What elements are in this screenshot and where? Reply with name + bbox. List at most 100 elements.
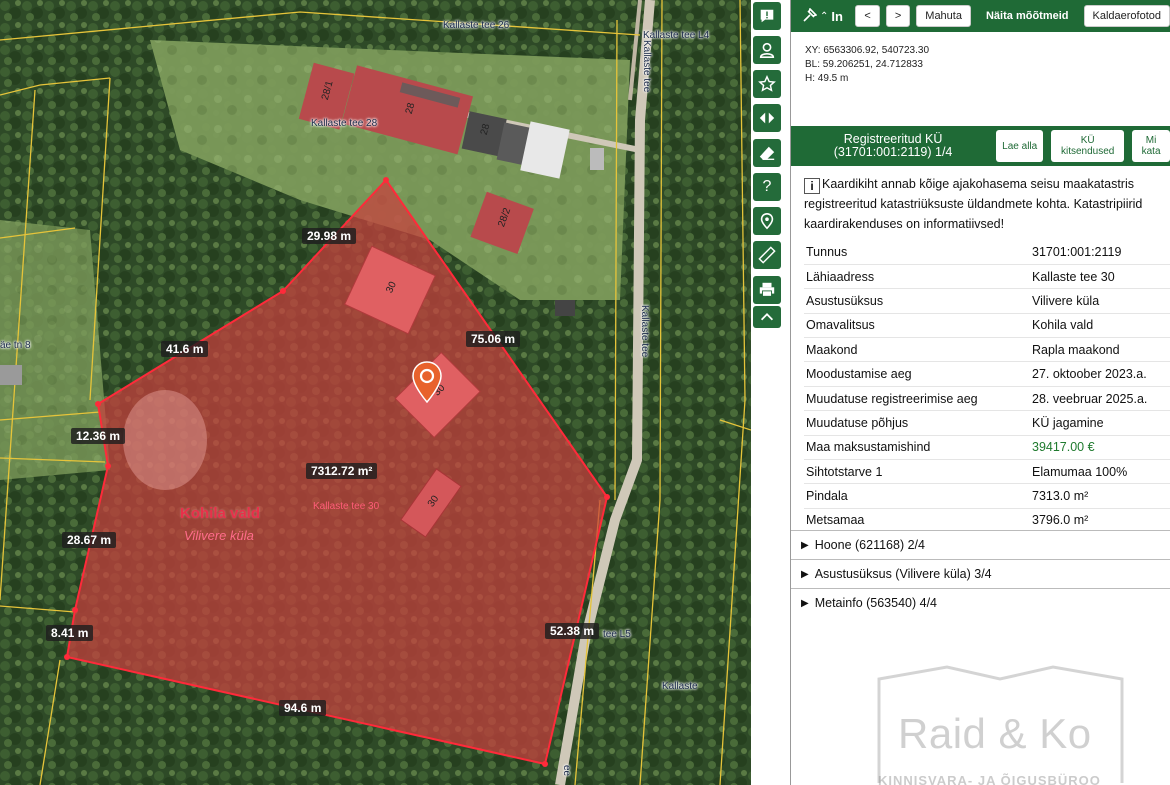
eraser-button[interactable]	[753, 139, 781, 167]
attribute-value: Vilivere küla	[1030, 288, 1170, 314]
attribute-value: Kohila vald	[1030, 313, 1170, 339]
attribute-key: Maakond	[804, 337, 1030, 363]
location-pin-icon	[760, 212, 774, 230]
expand-triangle-icon: ▶	[801, 568, 809, 580]
edge-length-label: 28.67 m	[62, 532, 117, 548]
attribute-value: 28. veebruar 2025.a.	[1030, 386, 1170, 412]
previous-button[interactable]: <	[855, 5, 880, 27]
edge-length-label: 52.38 m	[545, 623, 600, 639]
watermark-brand: Raid & Ko	[898, 710, 1092, 757]
ruler-icon	[758, 246, 776, 264]
road-label: tee L5	[603, 629, 631, 640]
accordion-item[interactable]: ▶ Asustusüksus (Vilivere küla) 3/4	[791, 559, 1170, 588]
feedback-button[interactable]	[753, 2, 781, 30]
next-button[interactable]: >	[885, 5, 911, 27]
attribute-row: Metsamaa 3796.0 m²	[804, 508, 1170, 530]
eraser-icon	[759, 146, 775, 160]
star-icon	[758, 75, 776, 92]
registry-header: Registreeritud KÜ (31701:001:2119) 1/4 L…	[791, 126, 1170, 166]
attribute-key: Lähiaadress	[804, 264, 1030, 290]
attribute-row: Moodustamise aeg 27. oktoober 2023.a.	[804, 361, 1170, 387]
coastal-photos-button[interactable]: Kaldaerofotod	[1083, 5, 1170, 27]
coordinates-readout: XY: 6563306.92, 540723.30 BL: 59.206251,…	[791, 32, 1170, 126]
registry-title: Registreeritud KÜ (31701:001:2119) 1/4	[798, 133, 988, 159]
accordion-list: ▶ Hoone (621168) 2/4 ▶ Asustusüksus (Vilive…	[791, 530, 1170, 617]
attribute-row: Lähiaadress Kallaste tee 30	[804, 264, 1170, 290]
accordion-label: Metainfo (563540) 4/4	[814, 596, 938, 610]
road-label: Kallaste tee	[641, 40, 652, 93]
registry-title-line2: (31701:001:2119) 1/4	[833, 145, 953, 159]
attribute-key: Omavalitsus	[804, 313, 1030, 339]
chevron-up-icon	[760, 313, 774, 321]
edge-length-label: 8.41 m	[46, 625, 94, 641]
accordion-label: Hoone (621168) 2/4	[814, 538, 925, 552]
attribute-row: Muudatuse põhjus KÜ jagamine	[804, 410, 1170, 436]
feedback-icon	[760, 9, 774, 23]
road-label: Kallaste tee L4	[643, 30, 710, 41]
user-icon	[759, 42, 775, 59]
attribute-row: Muudatuse registreerimise aeg 28. veebrua…	[804, 386, 1170, 412]
map-view[interactable]: Kallaste tee 26 Kallaste tee L4 Kallaste…	[0, 0, 751, 785]
watermark-subtitle: KINNISVARA- JA ÕIGUSBÜROO	[878, 773, 1101, 785]
location-button[interactable]	[753, 207, 781, 235]
accordion-item[interactable]: ▶ Metainfo (563540) 4/4	[791, 588, 1170, 617]
attribute-row: Sihtotstarve 1 Elamumaa 100%	[804, 459, 1170, 485]
attribute-row: Omavalitsus Kohila vald	[804, 313, 1170, 339]
map-marker-icon[interactable]	[412, 361, 442, 403]
favorites-button[interactable]	[753, 70, 781, 98]
attribute-key: Muudatuse põhjus	[804, 410, 1030, 436]
help-icon: ?	[762, 178, 772, 195]
height-value: H: 49.5 m	[805, 73, 849, 84]
road-label: Kallaste tee	[639, 305, 650, 358]
attribute-key: Metsamaa	[804, 508, 1030, 530]
edge-length-label: 41.6 m	[161, 341, 209, 357]
attribute-value: 3796.0 m²	[1030, 508, 1170, 530]
expand-triangle-icon: ▶	[801, 597, 809, 609]
attribute-key: Sihtotstarve 1	[804, 459, 1030, 485]
attribute-key: Maa maksustamishind	[804, 435, 1030, 461]
accordion-item[interactable]: ▶ Hoone (621168) 2/4	[791, 530, 1170, 559]
attribute-key: Muudatuse registreerimise aeg	[804, 386, 1030, 412]
edge-length-label: 75.06 m	[466, 331, 521, 347]
restrictions-button[interactable]: KÜ kitsendused	[1051, 130, 1125, 162]
attribute-value: Kallaste tee 30	[1030, 264, 1170, 290]
area-label: 7312.72 m²	[306, 463, 378, 479]
attribute-row: Tunnus 31701:001:2119	[804, 240, 1170, 265]
more-button[interactable]: Mi kata	[1132, 130, 1170, 162]
attribute-value: KÜ jagamine	[1030, 410, 1170, 436]
panel-topbar: ⌃ In < > Mahuta Näita mõõtmeid Kaldaerof…	[791, 0, 1170, 32]
attribute-value: Rapla maakond	[1030, 337, 1170, 363]
accordion-label: Asustusüksus (Vilivere küla) 3/4	[814, 567, 992, 581]
measure-button[interactable]	[753, 241, 781, 269]
road-label: Kallaste tee 28	[311, 118, 378, 129]
map-toolbar: ?	[751, 0, 783, 785]
attribute-value: 39417.00 €	[1030, 435, 1170, 461]
help-button[interactable]: ?	[753, 173, 781, 201]
print-icon	[759, 282, 775, 297]
collapse-chevron-icon[interactable]: ⌃	[820, 11, 828, 22]
road-label: Kallaste	[662, 681, 698, 692]
show-measurements-button[interactable]: Näita mõõtmeid	[977, 5, 1078, 27]
print-button[interactable]	[753, 276, 781, 304]
attributes-table: Tunnus 31701:001:2119 Lähiaadress Kallaste …	[804, 240, 1170, 530]
attribute-row: Asustusüksus Vilivere küla	[804, 288, 1170, 314]
attribute-row: Maakond Rapla maakond	[804, 337, 1170, 363]
download-button[interactable]: Lae alla	[996, 130, 1044, 162]
attribute-key: Asustusüksus	[804, 288, 1030, 314]
fit-button[interactable]: Mahuta	[916, 5, 971, 27]
attribute-row: Maa maksustamishind 39417.00 €	[804, 435, 1170, 461]
attribute-key: Moodustamise aeg	[804, 361, 1030, 387]
compare-button[interactable]	[753, 104, 781, 132]
village-label: Vilivere küla	[184, 528, 254, 543]
municipality-label: Kohila vald	[180, 505, 261, 522]
info-text: Kaardikiht annab kõige ajakohasema seisu…	[804, 177, 1143, 231]
panel-title: In	[831, 8, 843, 24]
pin-tool-icon[interactable]	[801, 8, 817, 24]
info-notice: i Kaardikiht annab kõige ajakohasema seis…	[791, 166, 1170, 240]
user-button[interactable]	[753, 36, 781, 64]
attributes-table-wrapper[interactable]: Tunnus 31701:001:2119 Lähiaadress Kallaste …	[791, 240, 1170, 530]
collapse-toolbar-button[interactable]	[753, 306, 781, 328]
attribute-value: 27. oktoober 2023.a.	[1030, 361, 1170, 387]
attribute-row: Pindala 7313.0 m²	[804, 483, 1170, 509]
edge-length-label: 94.6 m	[279, 700, 327, 716]
